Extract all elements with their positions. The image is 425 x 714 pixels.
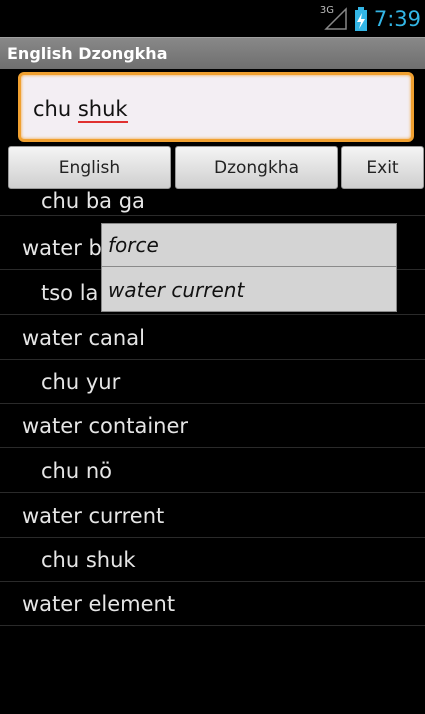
list-item[interactable]: chu nö (0, 449, 425, 493)
list-item[interactable]: chu yur (0, 360, 425, 404)
spellcheck-word: shuk (77, 97, 128, 123)
list-item[interactable]: water element (0, 582, 425, 626)
battery-charging-icon (354, 7, 367, 31)
list-item[interactable]: water current (0, 494, 425, 538)
clock: 7:39 (373, 7, 421, 31)
exit-button[interactable]: Exit (341, 146, 424, 189)
app-title: English Dzongkha (7, 44, 168, 63)
network-type-label: 3G (319, 5, 334, 16)
search-value-plain: chu (33, 97, 78, 121)
autocomplete-popup: force water current (101, 223, 397, 312)
list-item[interactable]: chu shuk (0, 538, 425, 582)
status-bar: 3G 7:39 (0, 0, 425, 37)
list-item[interactable]: chu ba ga (0, 190, 425, 216)
dzongkha-button[interactable]: Dzongkha (175, 146, 338, 189)
signal-icon: 3G (319, 5, 348, 31)
english-button[interactable]: English (8, 146, 171, 189)
list-item[interactable]: water canal (0, 316, 425, 360)
search-input[interactable]: chu shuk (18, 72, 414, 142)
autocomplete-item[interactable]: force (102, 224, 396, 267)
autocomplete-item[interactable]: water current (102, 268, 396, 311)
app-title-bar: English Dzongkha (0, 37, 425, 69)
search-input-value: chu shuk (33, 97, 128, 123)
list-item[interactable]: water container (0, 404, 425, 448)
status-icons: 3G 7:39 (319, 5, 421, 32)
